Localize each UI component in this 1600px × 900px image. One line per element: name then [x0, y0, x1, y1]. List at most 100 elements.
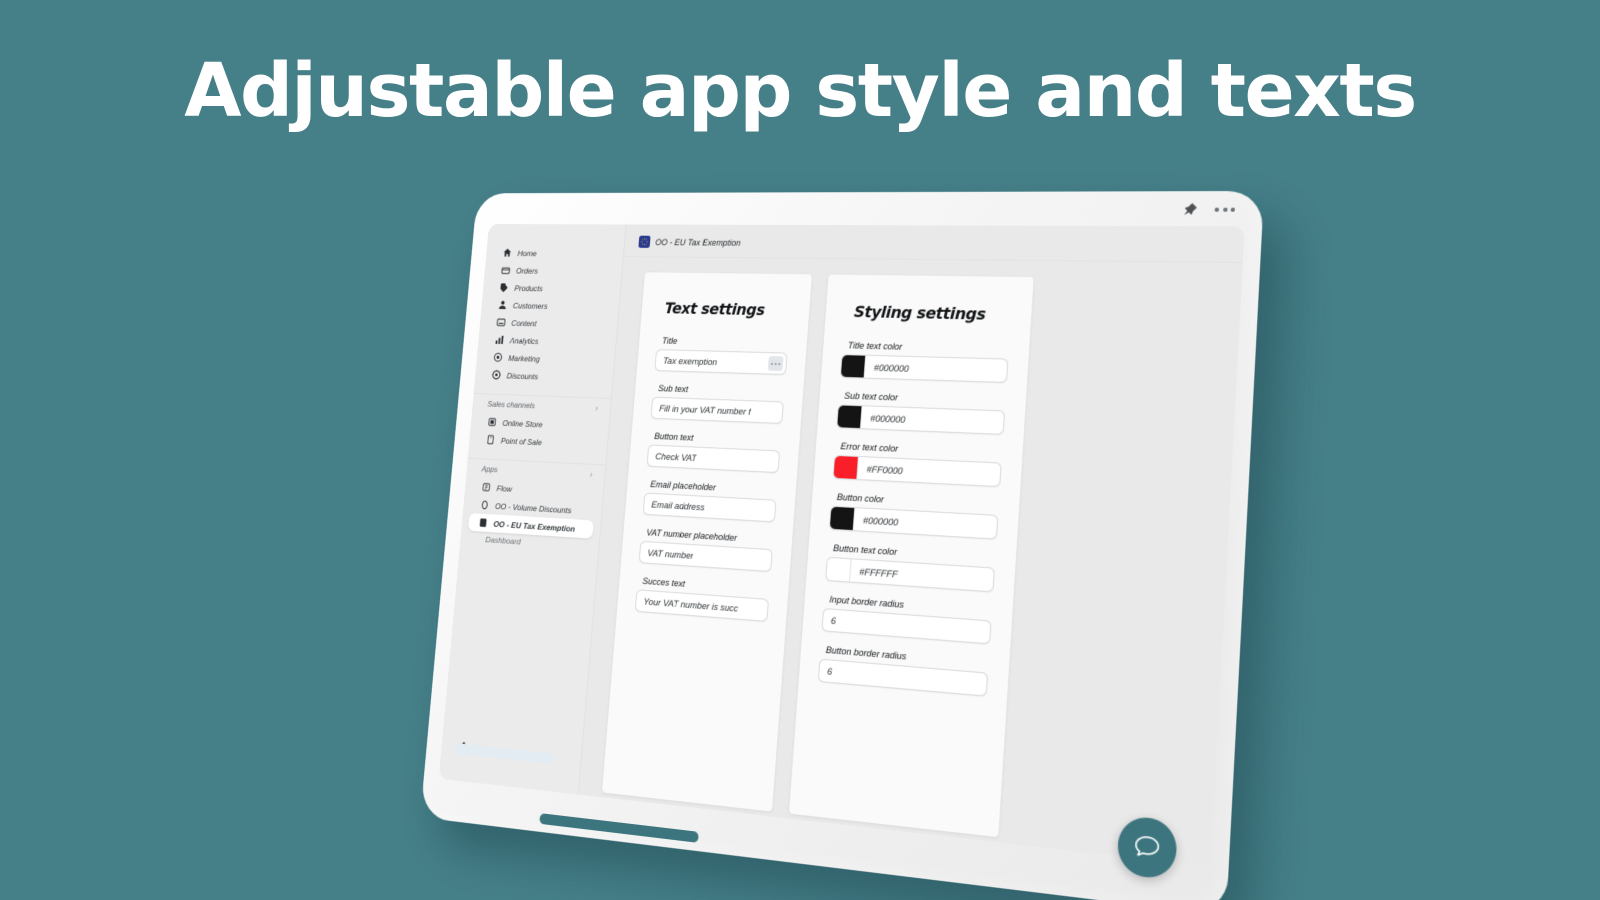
tablet-device: Home Orders Products Customers Content A… [420, 190, 1265, 900]
input-value: 6 [830, 614, 837, 627]
color-swatch[interactable] [833, 455, 859, 480]
sidebar-item-label: Content [511, 317, 537, 328]
sidebar-item-home[interactable]: Home [486, 244, 624, 263]
field-title-text-color: Title text color #000000 [839, 340, 1010, 383]
orders-bag-icon [501, 265, 511, 275]
section-label: Sales channels [487, 399, 536, 411]
chevron-right-icon: › [589, 469, 593, 480]
color-value: #000000 [869, 412, 906, 425]
sidebar-item-label: Home [517, 248, 538, 258]
color-value: #FFFFFF [858, 565, 899, 580]
discounts-badge-icon [491, 370, 501, 380]
app-header-title: OO - EU Tax Exemption [654, 237, 741, 248]
analytics-bars-icon [495, 335, 505, 345]
sidebar-item-label: Marketing [507, 352, 541, 364]
sidebar-item-discounts[interactable]: Discounts [475, 365, 614, 387]
sidebar-item-orders[interactable]: Orders [484, 261, 622, 280]
sub-text-color-input[interactable]: #000000 [836, 404, 1006, 435]
field-button-text-color: Button text color #FFFFFF [825, 543, 996, 593]
field-label: Sub text color [843, 390, 899, 403]
home-indicator [539, 813, 699, 844]
color-swatch[interactable] [826, 557, 852, 582]
error-text-color-input[interactable]: #FF0000 [832, 454, 1002, 488]
title-text-color-input[interactable]: #000000 [839, 354, 1009, 383]
ellipsis-icon[interactable] [1214, 207, 1236, 212]
products-tag-icon [499, 282, 509, 292]
field-label: Title text color [847, 340, 903, 352]
marketing-target-icon [493, 352, 503, 362]
field-label: Title [661, 335, 678, 346]
input-border-radius-input[interactable]: 6 [821, 607, 992, 645]
tablet-screen: Home Orders Products Customers Content A… [438, 223, 1245, 867]
email-placeholder-input[interactable]: Email address [642, 492, 777, 523]
sidebar-item-label: Discounts [506, 370, 539, 381]
button-border-radius-input[interactable]: 6 [817, 658, 989, 697]
volume-discounts-icon [480, 500, 490, 511]
sidebar-item-label: Orders [515, 265, 539, 276]
text-settings-panel: Text settings Title Tax exemption Sub te… [601, 272, 812, 812]
color-value: #000000 [862, 514, 899, 528]
input-value: Your VAT number is succ [643, 595, 739, 614]
field-label: Button text [653, 431, 694, 443]
tablet-stage: Home Orders Products Customers Content A… [0, 0, 1600, 900]
field-email-placeholder: Email placeholder Email address [642, 479, 778, 523]
sidebar-item-label: OO - Volume Discounts [494, 500, 572, 515]
text-settings-title: Text settings [664, 299, 766, 320]
sidebar-item-label: Customers [512, 300, 549, 311]
button-color-input[interactable]: #000000 [828, 505, 999, 540]
field-vat-placeholder: VAT number placeholder VAT number [638, 527, 774, 573]
button-text-input[interactable]: Check VAT [646, 444, 781, 474]
styling-settings-panel: Styling settings Title text color #00000… [788, 274, 1034, 838]
flow-icon [481, 482, 491, 493]
sidebar-item-label: Products [514, 283, 544, 293]
eu-tax-exemption-icon [478, 517, 488, 528]
point-of-sale-icon [486, 434, 496, 445]
input-value: Fill in your VAT number f [658, 402, 752, 417]
title-input[interactable]: Tax exemption [654, 349, 788, 376]
field-error-text-color: Error text color #FF0000 [832, 441, 1003, 488]
color-swatch[interactable] [840, 355, 867, 378]
field-label: Sub text [657, 383, 689, 395]
sidebar-item-label: OO - EU Tax Exemption [493, 518, 576, 534]
sidebar-item-label: Analytics [509, 335, 539, 346]
color-swatch[interactable] [829, 506, 856, 531]
field-button-color: Button color #000000 [828, 492, 999, 540]
sidebar-item-label: Point of Sale [500, 435, 543, 447]
vat-placeholder-input[interactable]: VAT number [638, 540, 773, 573]
color-value: #FF0000 [866, 462, 904, 476]
field-button-border-radius: Button border radius 6 [817, 644, 989, 697]
field-label: Button border radius [825, 644, 907, 662]
title-more-button[interactable] [767, 356, 784, 372]
field-label: Error text color [840, 441, 899, 454]
field-label: Button color [836, 492, 885, 505]
online-store-icon [487, 417, 497, 428]
success-text-input[interactable]: Your VAT number is succ [634, 589, 769, 622]
sub-text-input[interactable]: Fill in your VAT number f [650, 396, 784, 424]
color-swatch[interactable] [837, 405, 863, 429]
styling-settings-title: Styling settings [853, 302, 987, 324]
content-card-icon [496, 317, 506, 327]
button-text-color-input[interactable]: #FFFFFF [825, 556, 996, 593]
field-button-text: Button text Check VAT [646, 431, 782, 474]
app-content-area: OO - EU Tax Exemption Text settings Titl… [578, 224, 1245, 867]
input-value: Email address [651, 498, 706, 513]
section-label: Apps [481, 464, 499, 475]
input-value: Tax exemption [662, 355, 718, 368]
sidebar-item-label: Online Store [502, 417, 543, 429]
field-input-border-radius: Input border radius 6 [821, 594, 992, 645]
field-success-text: Succes text Your VAT number is succ [634, 576, 770, 622]
sidebar-item-label: Flow [496, 483, 513, 494]
input-value: VAT number [647, 547, 694, 561]
tablet-topbar [1181, 201, 1236, 218]
chevron-right-icon: › [595, 403, 599, 413]
input-value: 6 [826, 665, 833, 677]
field-label: Button text color [832, 543, 898, 558]
field-label: Input border radius [829, 594, 905, 610]
field-sub-text-color: Sub text color #000000 [836, 391, 1006, 435]
field-sub-text: Sub text Fill in your VAT number f [650, 383, 784, 424]
field-title: Title Tax exemption [654, 335, 788, 376]
pin-icon[interactable] [1181, 201, 1198, 217]
input-value: Check VAT [654, 450, 697, 464]
eu-flag-icon [638, 235, 651, 248]
settings-panels: Text settings Title Tax exemption Sub te… [579, 257, 1243, 861]
